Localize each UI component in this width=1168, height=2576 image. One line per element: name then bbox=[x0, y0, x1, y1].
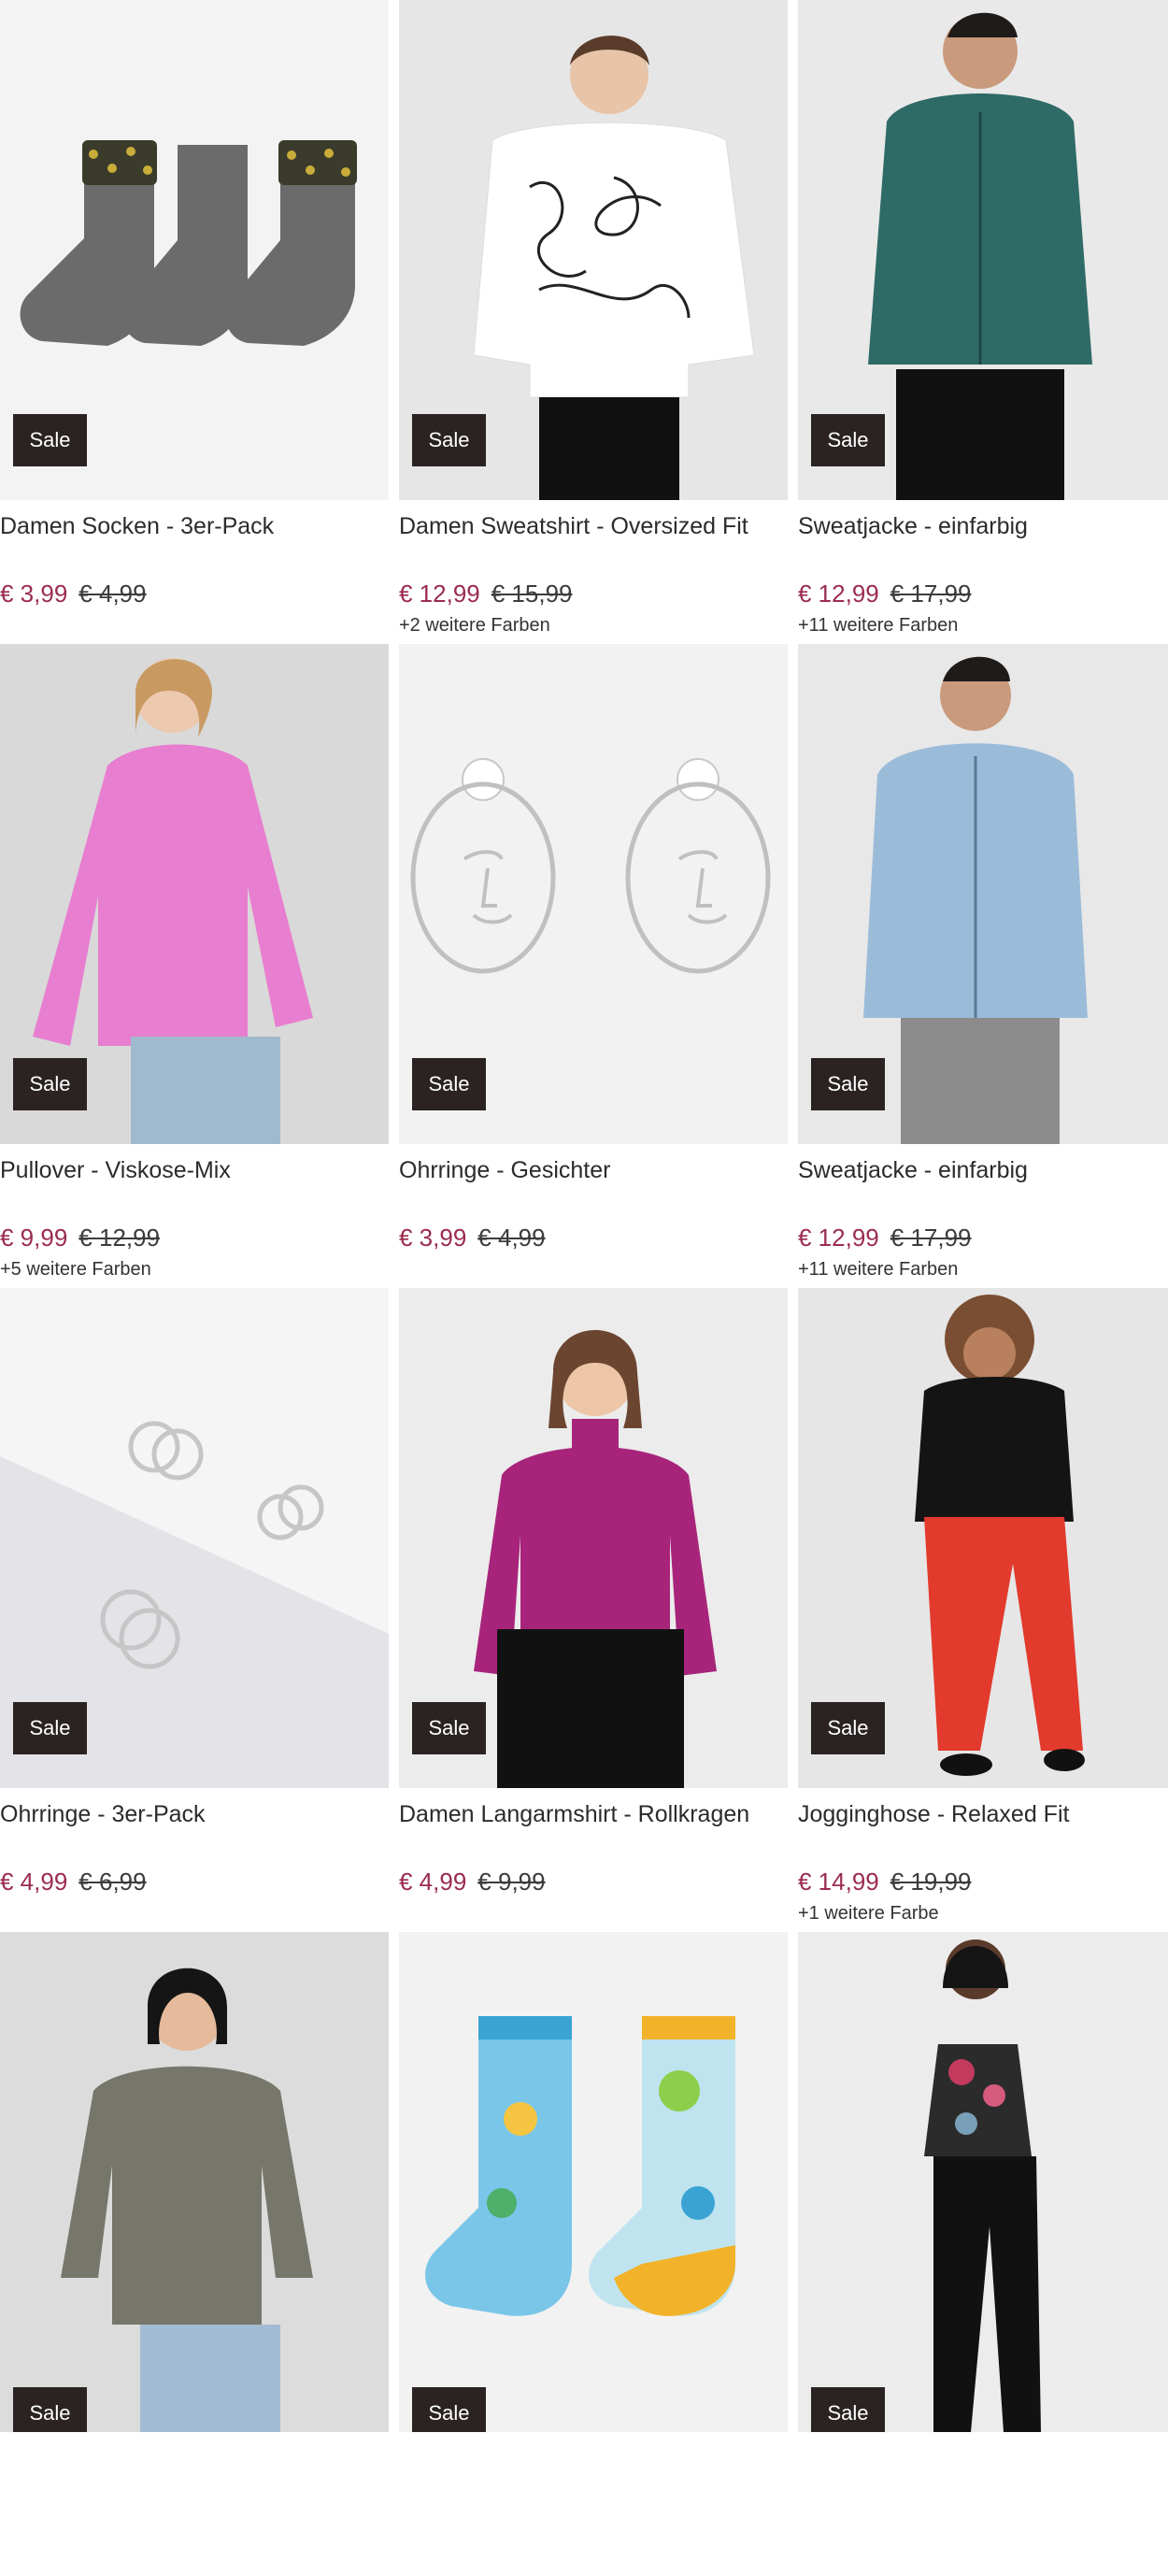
product-name[interactable]: Jogginghose - Relaxed Fit bbox=[798, 1797, 1168, 1831]
product-image[interactable]: Sale bbox=[399, 1932, 788, 2432]
product-prices: € 4,99 € 9,99 bbox=[399, 1865, 788, 1898]
product-card[interactable]: Sale bbox=[0, 1932, 389, 2576]
product-name[interactable]: Ohrringe - Gesichter bbox=[399, 1153, 788, 1187]
product-image[interactable]: Sale bbox=[798, 1288, 1168, 1788]
sale-badge: Sale bbox=[412, 1058, 486, 1110]
sale-badge: Sale bbox=[13, 2387, 87, 2432]
product-card[interactable]: Sale Sweatjacke - einfarbig € 12,99 € 17,… bbox=[798, 644, 1168, 1288]
product-prices: € 9,99 € 12,99 bbox=[0, 1221, 389, 1254]
product-card[interactable]: Sale Damen Socken - 3er-Pack € 3,99 € 4,9… bbox=[0, 0, 389, 644]
sale-badge: Sale bbox=[811, 2387, 885, 2432]
monster-socks-image bbox=[425, 2016, 735, 2316]
product-name[interactable]: Ohrringe - 3er-Pack bbox=[0, 1797, 389, 1831]
product-image[interactable]: Sale bbox=[0, 1932, 389, 2432]
product-name[interactable]: Damen Socken - 3er-Pack bbox=[0, 509, 389, 543]
product-image[interactable]: Sale bbox=[798, 0, 1168, 500]
product-name[interactable]: Damen Sweatshirt - Oversized Fit bbox=[399, 509, 788, 543]
product-image[interactable]: Sale bbox=[798, 644, 1168, 1144]
product-image[interactable]: Sale bbox=[399, 644, 788, 1144]
product-image[interactable]: Sale bbox=[0, 1288, 389, 1788]
old-price: € 17,99 bbox=[890, 1224, 972, 1252]
more-colors[interactable]: +11 weitere Farben bbox=[798, 1256, 1168, 1282]
sale-badge: Sale bbox=[13, 1702, 87, 1754]
product-image[interactable]: Sale bbox=[0, 644, 389, 1144]
current-price: € 4,99 bbox=[0, 1868, 68, 1896]
more-colors[interactable]: +5 weitere Farben bbox=[0, 1256, 389, 1282]
current-price: € 4,99 bbox=[399, 1868, 467, 1896]
product-card[interactable]: Sale Damen Sweatshirt - Oversized Fit € … bbox=[399, 0, 788, 644]
old-price: € 4,99 bbox=[78, 580, 147, 608]
sale-badge: Sale bbox=[412, 414, 486, 466]
product-prices: € 12,99 € 15,99 bbox=[399, 577, 788, 610]
sale-badge: Sale bbox=[412, 2387, 486, 2432]
old-price: € 19,99 bbox=[890, 1868, 972, 1896]
current-price: € 14,99 bbox=[798, 1868, 879, 1896]
old-price: € 15,99 bbox=[491, 580, 573, 608]
product-image[interactable]: Sale bbox=[0, 0, 389, 500]
current-price: € 9,99 bbox=[0, 1224, 68, 1252]
product-prices: € 14,99 € 19,99 bbox=[798, 1865, 1168, 1898]
product-prices: € 12,99 € 17,99 bbox=[798, 1221, 1168, 1254]
current-price: € 12,99 bbox=[798, 1224, 879, 1252]
current-price: € 12,99 bbox=[798, 580, 879, 608]
sale-badge: Sale bbox=[811, 1702, 885, 1754]
product-card[interactable]: Sale bbox=[399, 1932, 788, 2576]
product-name[interactable]: Sweatjacke - einfarbig bbox=[798, 1153, 1168, 1187]
bandeau-top-model-image bbox=[924, 1939, 1041, 2432]
product-card[interactable]: Sale Ohrringe - Gesichter € 3,99 € 4,99 bbox=[399, 644, 788, 1288]
product-name[interactable]: Damen Langarmshirt - Rollkragen bbox=[399, 1797, 788, 1831]
sale-badge: Sale bbox=[811, 414, 885, 466]
product-prices: € 4,99 € 6,99 bbox=[0, 1865, 389, 1898]
product-card[interactable]: Sale Pullover - Viskose-Mix € 9,99 € 12,9… bbox=[0, 644, 389, 1288]
product-image[interactable]: Sale bbox=[798, 1932, 1168, 2432]
old-price: € 12,99 bbox=[78, 1224, 161, 1252]
sale-badge: Sale bbox=[13, 414, 87, 466]
product-image[interactable]: Sale bbox=[399, 0, 788, 500]
product-prices: € 12,99 € 17,99 bbox=[798, 577, 1168, 610]
more-colors[interactable]: +1 weitere Farbe bbox=[798, 1900, 1168, 1926]
old-price: € 4,99 bbox=[477, 1224, 546, 1252]
current-price: € 12,99 bbox=[399, 580, 480, 608]
old-price: € 9,99 bbox=[477, 1868, 546, 1896]
more-colors[interactable]: +11 weitere Farben bbox=[798, 612, 1168, 638]
product-grid: Sale Damen Socken - 3er-Pack € 3,99 € 4,9… bbox=[0, 0, 1168, 2576]
old-price: € 6,99 bbox=[78, 1868, 147, 1896]
product-image[interactable]: Sale bbox=[399, 1288, 788, 1788]
product-card[interactable]: Sale Damen Langarmshirt - Rollkragen € 4… bbox=[399, 1288, 788, 1932]
olive-sweater-model-image bbox=[61, 1968, 313, 2432]
product-card[interactable]: Sale Ohrringe - 3er-Pack € 4,99 € 6,99 bbox=[0, 1288, 389, 1932]
sale-badge: Sale bbox=[811, 1058, 885, 1110]
product-prices: € 3,99 € 4,99 bbox=[399, 1221, 788, 1254]
current-price: € 3,99 bbox=[399, 1224, 467, 1252]
product-name[interactable]: Pullover - Viskose-Mix bbox=[0, 1153, 389, 1187]
old-price: € 17,99 bbox=[890, 580, 972, 608]
current-price: € 3,99 bbox=[0, 580, 68, 608]
product-prices: € 3,99 € 4,99 bbox=[0, 577, 389, 610]
product-card[interactable]: Sale bbox=[798, 1932, 1168, 2576]
product-card[interactable]: Sale Jogginghose - Relaxed Fit € 14,99 € … bbox=[798, 1288, 1168, 1932]
product-name[interactable]: Sweatjacke - einfarbig bbox=[798, 509, 1168, 543]
product-card[interactable]: Sale Sweatjacke - einfarbig € 12,99 € 17,… bbox=[798, 0, 1168, 644]
sale-badge: Sale bbox=[412, 1702, 486, 1754]
more-colors[interactable]: +2 weitere Farben bbox=[399, 612, 788, 638]
sale-badge: Sale bbox=[13, 1058, 87, 1110]
